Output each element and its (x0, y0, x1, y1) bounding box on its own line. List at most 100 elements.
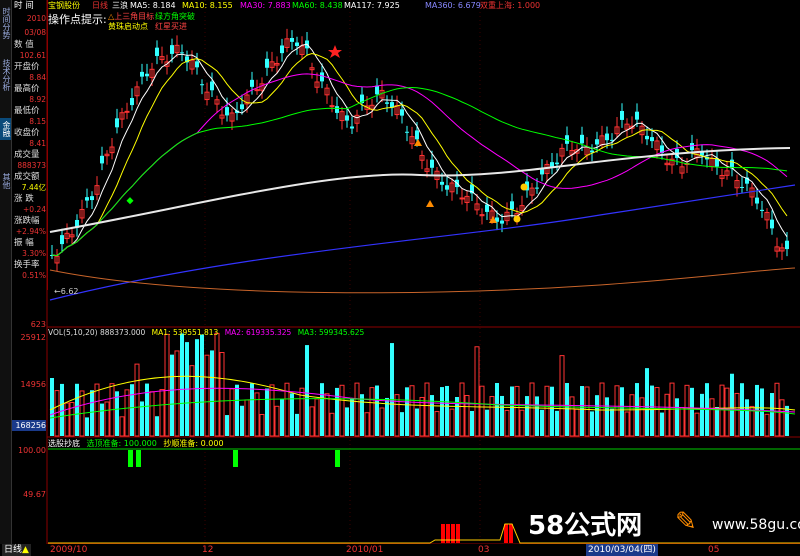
date-tick-5: 05 (708, 545, 720, 555)
volume-bar (415, 408, 419, 436)
volume-bar (555, 410, 559, 436)
candle-body (170, 45, 174, 54)
candle-body (225, 107, 229, 116)
ind-axis-mid: 49.67 (23, 490, 46, 499)
volume-bar (60, 383, 64, 436)
candle-body (785, 240, 789, 250)
volume-bar (400, 412, 404, 436)
volume-bar (650, 385, 654, 436)
tip-title: 操作点提示: (48, 13, 107, 26)
volume-bar (745, 399, 749, 436)
volume-bar (155, 416, 159, 436)
volume-bar (770, 393, 774, 436)
tip-triangle-label: 上三角目标 (114, 12, 155, 21)
candle-body (295, 42, 299, 46)
volume-bar (645, 368, 649, 436)
candle-body (430, 159, 434, 168)
volume-bar (700, 393, 704, 436)
vol-ma1: MA1: 539551.813 (151, 328, 219, 337)
bottom-tab-day[interactable]: 日线▲ (2, 544, 31, 556)
volume-bar (290, 393, 294, 436)
candle-body (280, 45, 284, 54)
volume-bar (145, 383, 149, 436)
volume-bar (345, 407, 349, 436)
mode-label: 三浪 (112, 1, 128, 10)
low-price-label: ←6.62 (54, 287, 79, 296)
kline-chart[interactable] (0, 0, 800, 556)
indicator-name[interactable]: 选股抄底 (48, 439, 80, 448)
candle-body (375, 85, 379, 95)
candle-body (500, 220, 504, 224)
ma30-value: MA30: 7.883 (240, 1, 291, 10)
candle-body (645, 135, 649, 140)
volume-bar (470, 410, 474, 436)
watermark: 58公式网 ✎ www.58gu.com (520, 503, 800, 541)
vol-ma2: MA2: 619335.325 (224, 328, 292, 337)
candle-body (740, 186, 744, 188)
candle-body (485, 204, 489, 212)
volume-bar (495, 383, 499, 436)
candle-body (85, 197, 89, 201)
volume-bar (50, 378, 54, 436)
candle-body (555, 162, 559, 165)
tip-red-label: 红星买进 (155, 22, 187, 31)
bottom-tab-label: 日线 (4, 545, 23, 555)
price-axis-bottom: 623 (30, 320, 46, 329)
candle-body (130, 98, 134, 106)
candle-body (60, 235, 64, 245)
volume-bar (115, 391, 119, 436)
indicator-line1: 选顶准备: 100.000 (86, 439, 157, 448)
volume-bar (265, 388, 269, 436)
date-cursor: 2010/03/04(四) (586, 544, 658, 556)
date-tick-2: 12 (202, 545, 214, 555)
candle-body (605, 133, 609, 141)
volume-bar (390, 343, 394, 436)
candle-body (335, 106, 339, 113)
volume-bar (225, 415, 229, 436)
candle-body (580, 134, 584, 144)
ma360-value: MA360: 6.679 (425, 1, 481, 10)
volume-bar (595, 395, 599, 436)
volume-bar (440, 387, 444, 436)
volume-header: VOL(5,10,20) 888373.000 MA1: 539551.813 … (48, 328, 364, 337)
green-signal-bar (128, 450, 133, 467)
volume-bar (660, 412, 664, 436)
vol-ma3: MA3: 599345.625 (297, 328, 365, 337)
candle-body (620, 110, 624, 120)
watermark-url: www.58gu.com (712, 517, 800, 533)
volume-bar (375, 385, 379, 436)
volume-bar (235, 384, 239, 436)
yellow-dot-mark (513, 215, 521, 223)
candle-body (124, 110, 130, 113)
yellow-dot-mark (520, 183, 528, 191)
ma5-value: MA5: 8.184 (130, 1, 176, 10)
vol-axis-top: 25912 (20, 333, 46, 342)
candle-body (140, 71, 144, 77)
candle-body (690, 143, 694, 151)
volume-bar (620, 387, 624, 436)
candle-body (770, 219, 774, 229)
date-tick-3: 2010/01 (346, 545, 384, 555)
volume-bar (500, 395, 504, 436)
candle-body (290, 37, 294, 42)
indicator-line2: 抄顺准备: 0.000 (163, 439, 224, 448)
volume-bar (510, 386, 514, 436)
volume-bar (730, 373, 734, 436)
candle-body (440, 181, 444, 185)
volume-bar (195, 339, 199, 436)
ma10-value: MA10: 8.155 (182, 1, 233, 10)
volume-bar (350, 398, 354, 436)
volume-bar (200, 334, 204, 436)
candle-body (265, 58, 269, 68)
candle-body (650, 137, 654, 142)
candle-body (320, 72, 324, 82)
candle-body (100, 155, 104, 164)
bottom-bar (0, 544, 800, 556)
volume-bar (85, 417, 89, 436)
period-label[interactable]: 日线 (92, 0, 108, 11)
vol-cursor-value: 168256 (12, 420, 46, 431)
tip-yellow-label: 黄珠启动点 (108, 22, 148, 31)
volume-bar (320, 383, 324, 436)
green-signal-bar (335, 450, 340, 467)
ma60-value: MA60: 8.438 (292, 1, 343, 10)
